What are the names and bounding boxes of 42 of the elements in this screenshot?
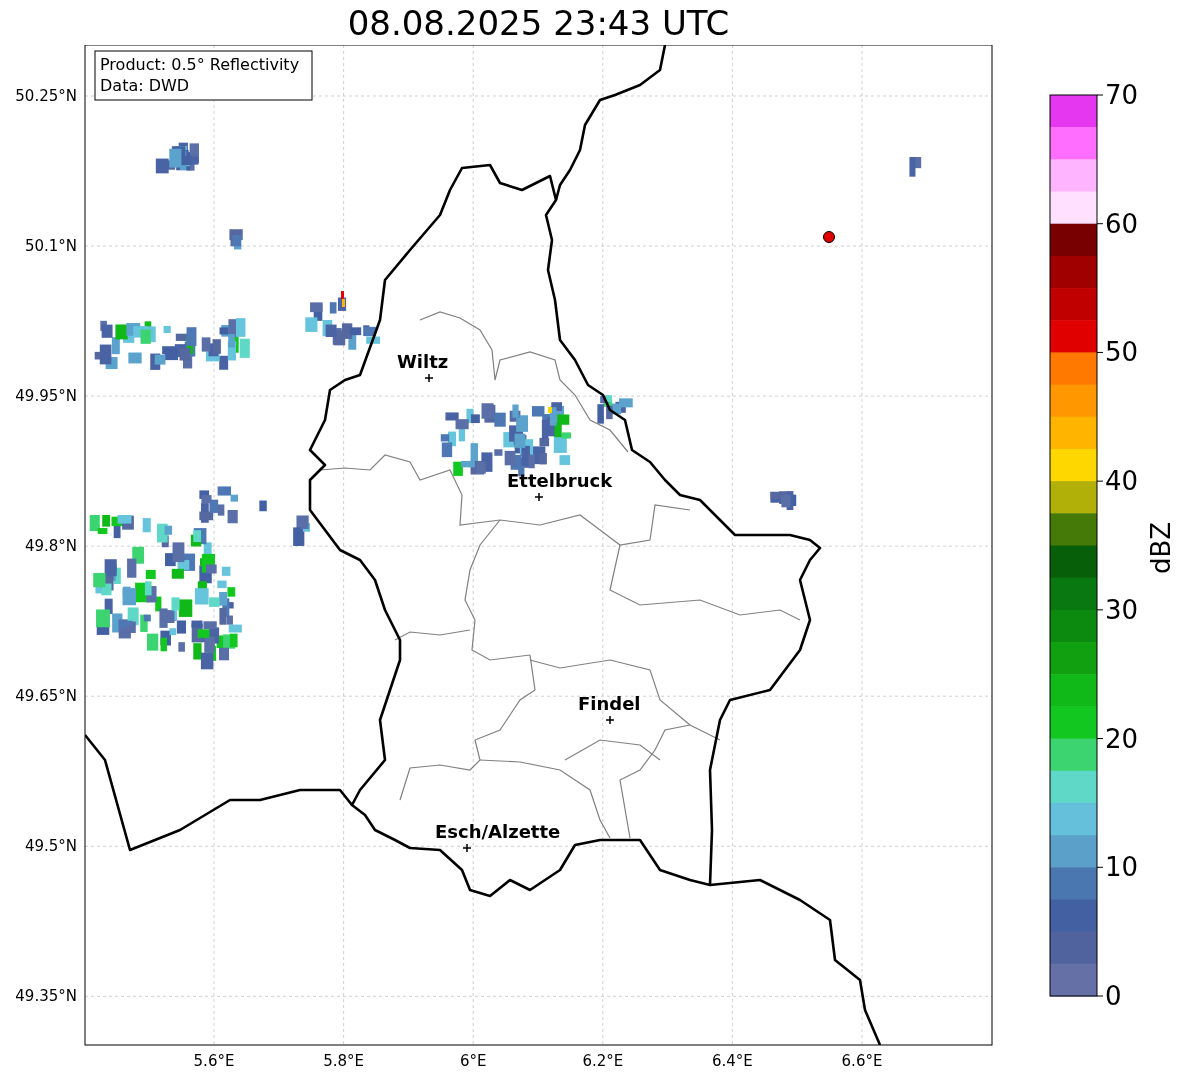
- longitude-label: 6.6°E: [841, 1052, 883, 1070]
- tick-mark: [1096, 480, 1104, 482]
- city-marker: [605, 715, 615, 725]
- colorbar-tick-label: 10: [1105, 852, 1139, 883]
- tick-mark: [1096, 94, 1104, 96]
- colorbar-tick-label: 20: [1105, 723, 1139, 754]
- colorbar-tick-label: 40: [1105, 466, 1139, 497]
- city-marker: [424, 373, 434, 383]
- colorbar-tick-label: 30: [1105, 594, 1139, 625]
- latitude-label: 49.65°N: [15, 687, 77, 706]
- info-text: Data: DWD: [100, 76, 190, 95]
- latitude-label: 49.35°N: [15, 987, 77, 1006]
- city-marker: [462, 843, 472, 853]
- colorbar-tick-label: 50: [1105, 337, 1139, 368]
- longitude-label: 5.8°E: [323, 1052, 364, 1070]
- info-text: Product: 0.5° Reflectivity: [100, 55, 300, 74]
- longitude-label: 5.6°E: [193, 1052, 235, 1070]
- tick-mark: [1096, 609, 1104, 611]
- latitude-label: 50.1°N: [24, 237, 77, 256]
- radar-site-marker: [823, 231, 835, 243]
- latitude-label: 49.95°N: [15, 387, 77, 406]
- city-marker: [534, 492, 544, 502]
- colorbar-tick-label: 60: [1105, 208, 1139, 239]
- tick-mark: [1096, 866, 1104, 868]
- tick-mark: [1096, 223, 1104, 225]
- colorbar-tick-label: 0: [1105, 981, 1122, 1011]
- tick-mark: [1096, 351, 1104, 353]
- tick-mark: [1096, 738, 1104, 740]
- longitude-label: 6°E: [459, 1052, 487, 1070]
- latitude-label: 49.5°N: [24, 837, 77, 856]
- city-label: Esch/Alzette: [435, 821, 561, 842]
- city-label: Ettelbruck: [507, 470, 613, 491]
- latitude-label: 50.25°N: [15, 87, 77, 105]
- colorbar-label: dBZ: [1146, 521, 1176, 575]
- longitude-label: 6.4°E: [712, 1052, 753, 1070]
- city-label: Wiltz: [397, 351, 449, 372]
- latitude-label: 49.8°N: [24, 537, 77, 556]
- tick-mark: [1096, 995, 1104, 997]
- city-label: Findel: [578, 693, 641, 714]
- longitude-label: 6.2°E: [582, 1052, 624, 1070]
- chart-title: 08.08.2025 23:43 UTC: [347, 3, 730, 43]
- colorbar-tick-label: 70: [1105, 80, 1139, 110]
